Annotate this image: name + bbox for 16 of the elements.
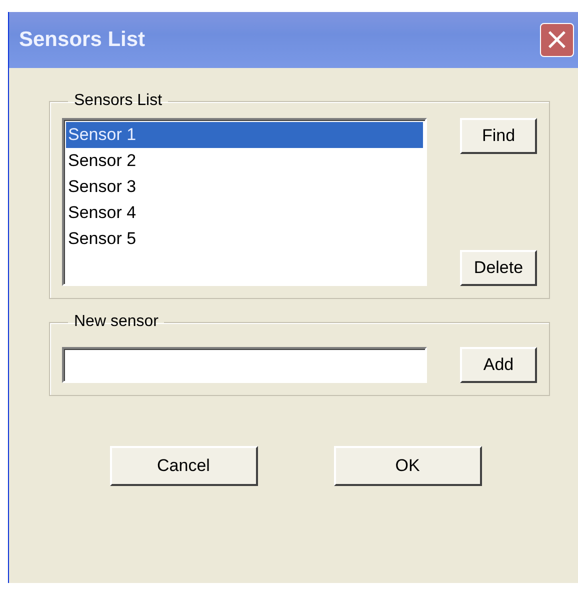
add-button[interactable]: Add [460, 347, 537, 383]
delete-button[interactable]: Delete [460, 250, 537, 286]
close-button[interactable]: × [540, 23, 574, 57]
list-item[interactable]: Sensor 4 [66, 200, 423, 226]
dialog-button[interactable]: Cancel [110, 446, 258, 486]
input-field[interactable] [62, 347, 427, 383]
list-item[interactable]: Sensor 3 [66, 174, 423, 200]
find-button[interactable]: Find [460, 118, 537, 154]
group-title: New sensor [73, 313, 160, 331]
dialog-button[interactable]: OK [334, 446, 482, 486]
window-title: Sensors List [19, 28, 146, 52]
list-item[interactable]: Sensor 2 [66, 148, 423, 174]
list-item[interactable]: Sensor 5 [66, 226, 423, 252]
sensor-list[interactable]: Sensor 1 Sensor 2 Sensor 3 Sensor 4 Sensor 5 [62, 118, 427, 286]
list-item[interactable]: Sensor 1 [66, 122, 423, 148]
group-title: Sensors List [73, 92, 164, 110]
